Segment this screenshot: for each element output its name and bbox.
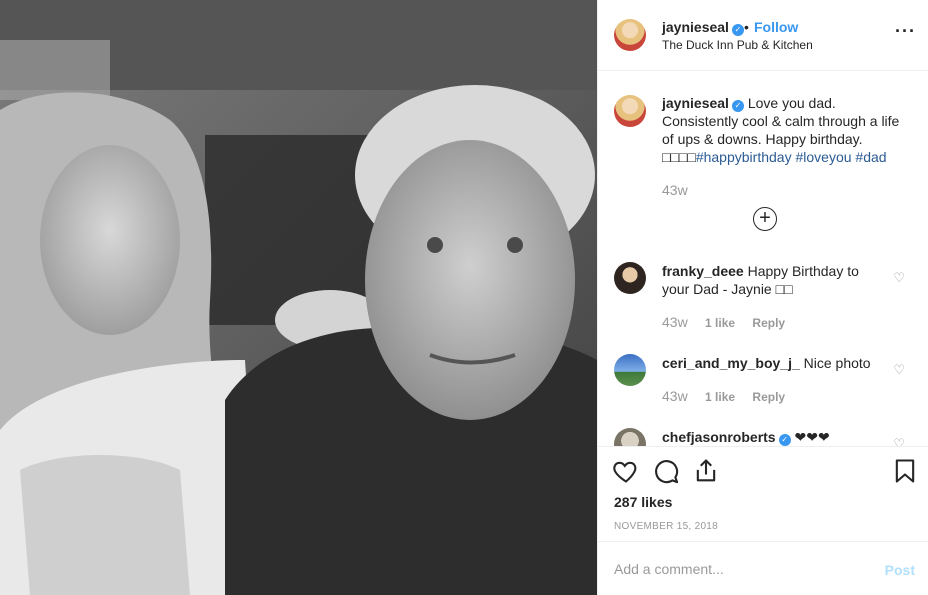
caption-time[interactable]: 43w xyxy=(662,182,688,198)
comment-icon[interactable] xyxy=(652,457,680,485)
comment-username[interactable]: franky_deee xyxy=(662,263,744,279)
comments-list[interactable]: jaynieseal ✓ Love you dad. Consistently c… xyxy=(598,71,928,446)
share-icon[interactable] xyxy=(692,457,720,485)
post-actions: 287 likes NOVEMBER 15, 2018 xyxy=(598,446,928,541)
post-sidebar: jaynieseal ✓ • Follow The Duck Inn Pub & … xyxy=(597,0,928,595)
follow-button[interactable]: Follow xyxy=(754,19,798,35)
bookmark-icon[interactable] xyxy=(891,457,919,485)
verified-icon: ✓ xyxy=(778,434,791,446)
avatar[interactable] xyxy=(614,95,646,127)
photo-illustration xyxy=(0,0,597,595)
caption-emoji: □□□□ xyxy=(662,149,696,165)
add-comment-bar: Post xyxy=(598,541,928,595)
avatar[interactable] xyxy=(614,19,646,51)
comment-item: franky_deee Happy Birthday to your Dad -… xyxy=(662,262,877,298)
comment-input[interactable] xyxy=(614,559,864,579)
comment-likes[interactable]: 1 like xyxy=(705,390,735,404)
comment-like-icon[interactable]: ♡ xyxy=(893,270,905,286)
comment-likes[interactable]: 1 like xyxy=(705,316,735,330)
author-username[interactable]: jaynieseal ✓ xyxy=(662,19,744,36)
heart-icon[interactable] xyxy=(612,457,640,485)
comment-like-icon[interactable]: ♡ xyxy=(893,436,905,446)
load-more-comments-icon[interactable]: + xyxy=(753,207,777,231)
separator: • xyxy=(744,19,749,35)
location-link[interactable]: The Duck Inn Pub & Kitchen xyxy=(662,38,813,52)
post-comment-button[interactable]: Post xyxy=(885,562,915,578)
comment-item: ceri_and_my_boy_j_ Nice photo xyxy=(662,354,877,372)
post-caption: jaynieseal ✓ Love you dad. Consistently c… xyxy=(662,94,907,166)
reply-button[interactable]: Reply xyxy=(752,316,785,330)
avatar[interactable] xyxy=(614,428,646,446)
comment-time[interactable]: 43w xyxy=(662,388,688,404)
likes-count[interactable]: 287 likes xyxy=(614,494,672,510)
avatar[interactable] xyxy=(614,262,646,294)
comment-time[interactable]: 43w xyxy=(662,314,688,330)
verified-icon: ✓ xyxy=(731,24,744,36)
caption-username[interactable]: jaynieseal xyxy=(662,95,729,111)
comment-text: Nice photo xyxy=(803,355,871,371)
comment-meta: 43w 1 like Reply xyxy=(662,314,799,330)
avatar[interactable] xyxy=(614,354,646,386)
comment-item: chefjasonroberts ✓ ❤❤❤ xyxy=(662,428,877,446)
reply-button[interactable]: Reply xyxy=(752,390,785,404)
post-header: jaynieseal ✓ • Follow The Duck Inn Pub & … xyxy=(598,0,928,71)
hashtag-link[interactable]: #loveyou xyxy=(795,149,851,165)
hashtag-link[interactable]: #happybirthday xyxy=(696,149,792,165)
post-photo[interactable] xyxy=(0,0,597,595)
hashtag-link[interactable]: #dad xyxy=(855,149,886,165)
verified-icon: ✓ xyxy=(731,100,744,112)
comment-username[interactable]: chefjasonroberts xyxy=(662,429,776,445)
comment-username[interactable]: ceri_and_my_boy_j_ xyxy=(662,355,800,371)
comment-meta: 43w 1 like Reply xyxy=(662,388,799,404)
comment-text: ❤❤❤ xyxy=(794,429,830,445)
post-date: NOVEMBER 15, 2018 xyxy=(614,521,719,532)
more-options-icon[interactable]: ··· xyxy=(895,22,916,40)
comment-like-icon[interactable]: ♡ xyxy=(893,362,905,378)
